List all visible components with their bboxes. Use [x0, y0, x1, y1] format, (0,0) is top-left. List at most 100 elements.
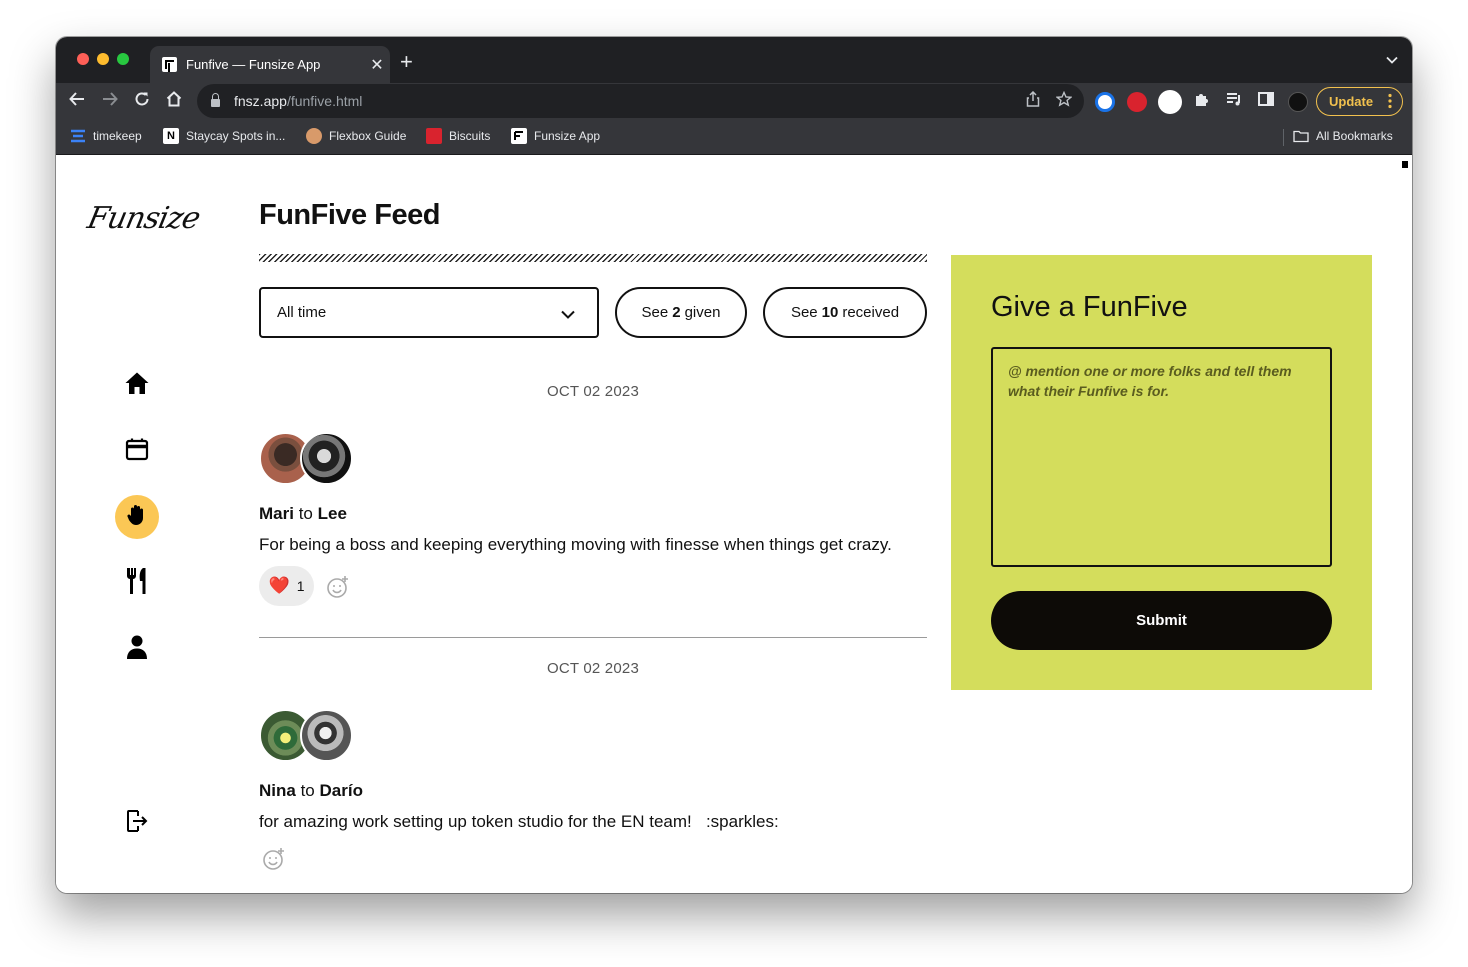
post-date: OCT 02 2023: [547, 660, 639, 677]
profile-circle-extension-icon[interactable]: [1158, 90, 1182, 114]
nav-funfive[interactable]: [115, 495, 159, 539]
share-icon[interactable]: [1026, 90, 1040, 111]
add-reaction-icon[interactable]: [326, 575, 350, 604]
recipient-name[interactable]: Lee: [318, 504, 347, 523]
recipient-name[interactable]: Darío: [320, 781, 363, 800]
reaction-heart-button[interactable]: ❤️ 1: [259, 566, 314, 606]
see-received-prefix: See: [790, 304, 818, 321]
page-title: FunFive Feed: [259, 199, 440, 231]
tab-search-chevron-icon[interactable]: [1386, 52, 1398, 67]
bookmark-funsize-app[interactable]: Funsize App: [511, 128, 600, 144]
bookmark-biscuits[interactable]: Biscuits: [426, 128, 490, 144]
bookmark-star-icon[interactable]: [1055, 90, 1073, 111]
hatch-divider: [259, 254, 927, 262]
minimize-window-button[interactable]: [97, 53, 109, 65]
more-menu-icon[interactable]: [1388, 93, 1392, 109]
calendar-icon: [125, 437, 149, 466]
bookmarks-bar: timekeep N Staycay Spots in... Flexbox G…: [56, 120, 1412, 155]
nav-food[interactable]: [115, 561, 159, 605]
tab-title: Funfive — Funsize App: [186, 57, 321, 72]
funsize-logo[interactable]: Funsize: [84, 201, 202, 236]
panel-title: Give a FunFive: [991, 291, 1188, 323]
avatar-receiver[interactable]: [300, 432, 353, 485]
time-filter-select[interactable]: All time: [259, 287, 599, 338]
nav-profile[interactable]: [115, 627, 159, 671]
profile-avatar-icon[interactable]: [1288, 92, 1308, 112]
avatar-receiver[interactable]: [300, 709, 353, 762]
hand-icon: [125, 503, 149, 532]
extensions-puzzle-icon[interactable]: [1191, 90, 1213, 113]
maximize-window-button[interactable]: [117, 53, 129, 65]
address-bar-actions: [1026, 90, 1073, 111]
side-panel-icon[interactable]: [1255, 90, 1277, 113]
url-path: /funfive.html: [286, 93, 363, 109]
add-reaction-icon[interactable]: [262, 847, 286, 876]
sender-name[interactable]: Nina: [259, 781, 296, 800]
home-icon: [124, 370, 150, 401]
folder-icon: [1293, 128, 1309, 144]
reaction-count: 1: [296, 578, 305, 594]
timekeep-icon: [70, 128, 86, 144]
logout-icon: [125, 808, 149, 839]
person-icon: [125, 634, 149, 665]
chevron-down-icon: [561, 306, 575, 323]
post-header: Mari to Lee: [259, 504, 347, 524]
bookmark-label: Biscuits: [449, 129, 491, 143]
browser-window: Funfive — Funsize App ✕ + fnsz.app/funfi…: [56, 37, 1412, 893]
stop-hand-extension-icon[interactable]: [1127, 92, 1147, 112]
url-host: fnsz.app: [234, 93, 287, 109]
bookmark-staycay-spots[interactable]: N Staycay Spots in...: [163, 128, 285, 144]
give-funfive-panel: Give a FunFive @ mention one or more fol…: [951, 255, 1372, 690]
see-given-suffix: given: [684, 304, 721, 321]
see-given-button[interactable]: See 2 given: [615, 287, 747, 338]
nav-home[interactable]: [115, 363, 159, 407]
close-window-button[interactable]: [77, 53, 89, 65]
bookmark-timekeep[interactable]: timekeep: [70, 128, 142, 144]
address-bar[interactable]: fnsz.app/funfive.html: [197, 84, 1084, 118]
new-tab-button[interactable]: +: [400, 51, 413, 73]
nav-calendar[interactable]: [115, 429, 159, 473]
forward-arrow-icon[interactable]: [99, 90, 121, 113]
reload-icon[interactable]: [131, 90, 153, 113]
tab-close-icon[interactable]: ✕: [364, 55, 390, 75]
bookmark-label: Staycay Spots in...: [186, 129, 286, 143]
back-arrow-icon[interactable]: [66, 90, 88, 113]
fork-knife-icon: [124, 567, 150, 600]
biscuits-icon: [426, 128, 442, 144]
update-button[interactable]: Update: [1316, 87, 1403, 116]
home-button-icon[interactable]: [163, 90, 185, 113]
flexbox-guide-icon: [306, 128, 322, 144]
post-date: OCT 02 2023: [547, 383, 639, 400]
funsize-favicon-icon: [162, 57, 177, 72]
bookmark-label: Funsize App: [534, 129, 601, 143]
post-header: Nina to Darío: [259, 781, 363, 801]
bookmark-label: timekeep: [93, 129, 142, 143]
scrollbar-thumb[interactable]: [1402, 161, 1408, 168]
browser-tab-active[interactable]: Funfive — Funsize App ✕: [150, 46, 390, 83]
all-bookmarks-button[interactable]: All Bookmarks: [1293, 128, 1393, 144]
media-queue-icon[interactable]: [1223, 90, 1245, 113]
password-manager-extension-icon[interactable]: [1095, 92, 1115, 112]
update-label: Update: [1329, 94, 1374, 109]
page-content: Funsize FunFive Feed All time See 2 give…: [56, 155, 1412, 893]
bookmark-flexbox-guide[interactable]: Flexbox Guide: [306, 128, 406, 144]
sender-name[interactable]: Mari: [259, 504, 294, 523]
post-message: for amazing work setting up token studio…: [259, 812, 779, 831]
post-connector: to: [298, 504, 313, 523]
post-divider: [259, 637, 927, 638]
lock-icon: [211, 93, 220, 107]
see-given-prefix: See: [641, 304, 669, 321]
nav-logout[interactable]: [115, 801, 159, 845]
given-count: 2: [672, 304, 681, 321]
all-bookmarks-label: All Bookmarks: [1316, 129, 1393, 143]
received-count: 10: [821, 304, 839, 321]
submit-button[interactable]: Submit: [991, 591, 1332, 650]
tab-strip: Funfive — Funsize App ✕ +: [56, 37, 1412, 83]
funsize-favicon-icon: [511, 128, 527, 144]
funfive-message-textarea[interactable]: @ mention one or more folks and tell the…: [991, 347, 1332, 567]
bookmark-label: Flexbox Guide: [329, 129, 407, 143]
see-received-button[interactable]: See 10 received: [763, 287, 927, 338]
time-filter-value: All time: [277, 304, 327, 321]
bookmarks-divider: [1283, 129, 1284, 146]
post-message: For being a boss and keeping everything …: [259, 535, 892, 554]
